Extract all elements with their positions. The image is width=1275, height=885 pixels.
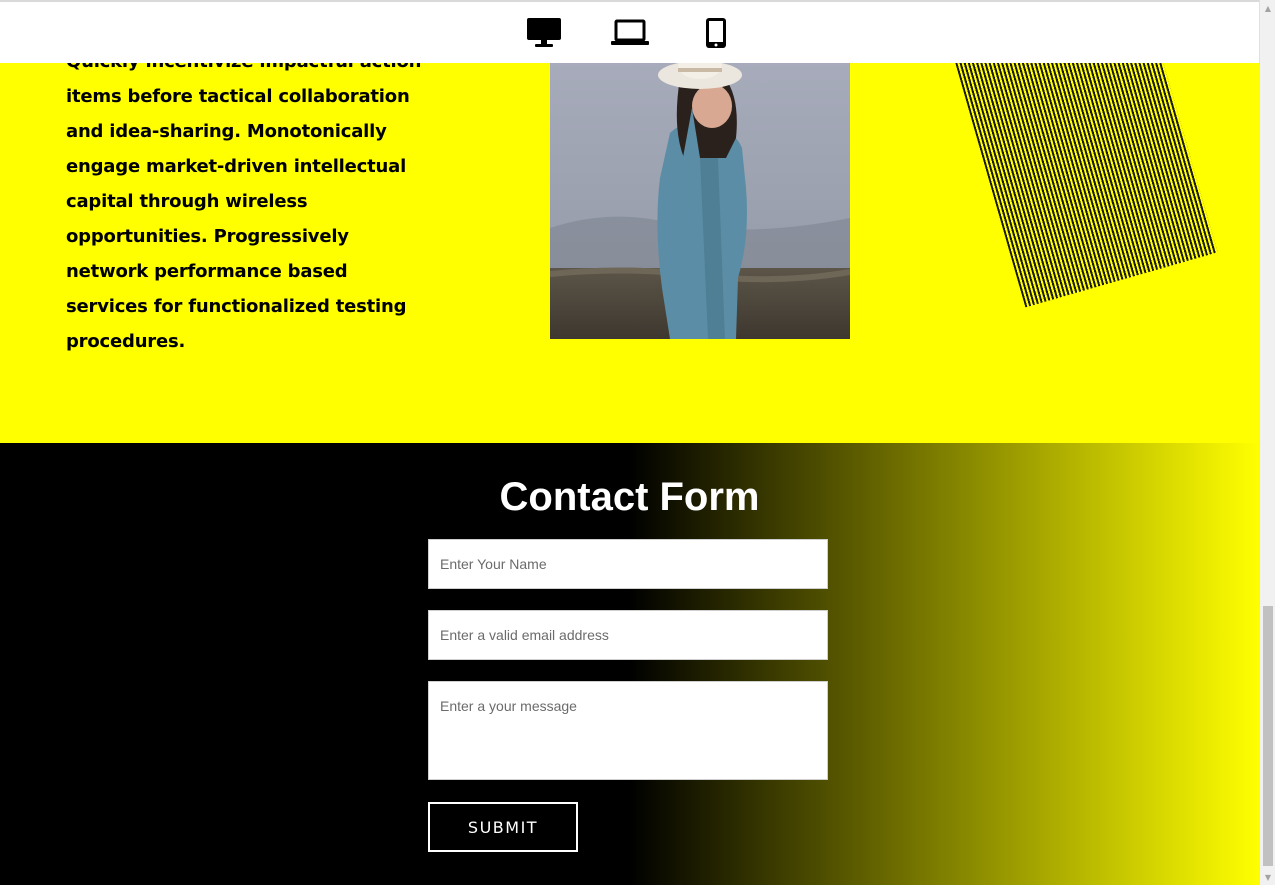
- name-input[interactable]: [428, 539, 828, 589]
- desktop-view-button[interactable]: [524, 13, 564, 53]
- scroll-up-arrow-icon[interactable]: ▲: [1260, 0, 1275, 16]
- laptop-view-button[interactable]: [610, 13, 650, 53]
- scroll-down-arrow-icon[interactable]: ▼: [1260, 869, 1275, 885]
- contact-title: Contact Form: [499, 475, 760, 519]
- hero-paragraph: Quickly incentivize impactful action ite…: [66, 51, 421, 352]
- contact-section: Contact Form SUBMIT: [0, 443, 1259, 885]
- mobile-view-button[interactable]: [696, 13, 736, 53]
- message-textarea[interactable]: [428, 681, 828, 780]
- vertical-scrollbar[interactable]: ▲ ▼: [1259, 0, 1275, 885]
- hero-section: Quickly incentivize impactful action ite…: [0, 0, 1259, 443]
- device-toolbar: [0, 0, 1259, 63]
- desktop-icon: [526, 17, 561, 47]
- page: Quickly incentivize impactful action ite…: [0, 0, 1259, 885]
- scrollbar-thumb[interactable]: [1263, 606, 1273, 866]
- mobile-icon: [705, 17, 726, 48]
- submit-button[interactable]: SUBMIT: [428, 802, 578, 852]
- laptop-icon: [610, 19, 649, 45]
- hero-photo: [550, 38, 850, 339]
- email-input[interactable]: [428, 610, 828, 660]
- woman-photo-icon: [550, 38, 850, 339]
